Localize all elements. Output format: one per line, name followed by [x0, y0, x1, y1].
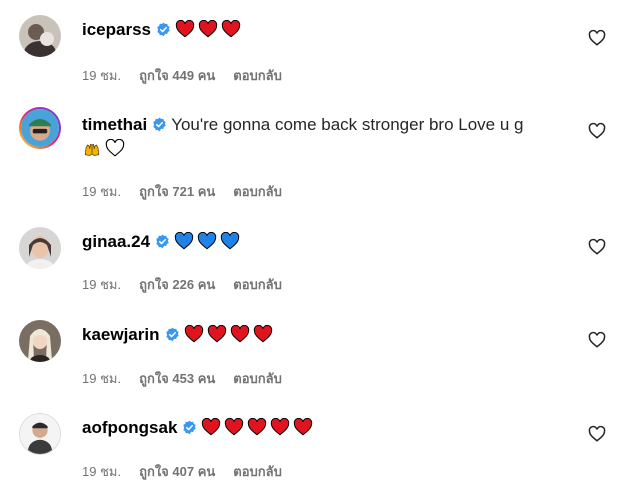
reply-button[interactable]: ตอบกลับ — [233, 464, 282, 479]
comment-line: aofpongsak — [82, 417, 316, 439]
likes-count[interactable]: ถูกใจ 407 คน — [139, 464, 215, 479]
red-heart-emoji — [221, 20, 241, 38]
red-heart-emoji — [253, 325, 273, 343]
likes-count[interactable]: ถูกใจ 721 คน — [139, 184, 215, 199]
avatar[interactable] — [19, 320, 61, 362]
comment-time: 19 ชม. — [82, 68, 122, 83]
comment-meta: 19 ชม. ถูกใจ 453 คน ตอบกลับ — [82, 368, 300, 389]
comment-time: 19 ชม. — [82, 371, 122, 386]
blue-heart-emoji — [220, 232, 240, 250]
red-heart-emoji — [201, 418, 221, 436]
heart-outline-icon[interactable] — [588, 122, 606, 140]
verified-badge-icon — [155, 234, 170, 249]
avatar[interactable] — [19, 15, 61, 57]
avatar[interactable] — [19, 107, 61, 149]
comment-line: ginaa.24 — [82, 231, 243, 253]
blue-heart-emoji — [174, 232, 194, 250]
likes-count[interactable]: ถูกใจ 449 คน — [139, 68, 215, 83]
username[interactable]: timethai — [82, 115, 147, 134]
comment-time: 19 ชม. — [82, 277, 122, 292]
username[interactable]: aofpongsak — [82, 418, 177, 437]
reply-button[interactable]: ตอบกลับ — [233, 184, 282, 199]
comment-line: kaewjarin — [82, 324, 276, 346]
raising-hands-emoji — [82, 139, 102, 157]
red-heart-emoji — [184, 325, 204, 343]
verified-badge-icon — [156, 22, 171, 37]
red-heart-emoji — [207, 325, 227, 343]
avatar[interactable] — [19, 227, 61, 269]
comment-text: You're gonna come back stronger bro Love… — [171, 115, 524, 134]
red-heart-emoji — [293, 418, 313, 436]
comment-meta: 19 ชม. ถูกใจ 407 คน ตอบกลับ — [82, 461, 300, 482]
heart-outline-icon[interactable] — [588, 238, 606, 256]
blue-heart-emoji — [197, 232, 217, 250]
red-heart-emoji — [224, 418, 244, 436]
red-heart-emoji — [230, 325, 250, 343]
comment-time: 19 ชม. — [82, 464, 122, 479]
verified-badge-icon — [152, 117, 167, 132]
verified-badge-icon — [182, 420, 197, 435]
avatar[interactable] — [19, 413, 61, 455]
comment-item: iceparss 19 ชม. ถูกใจ 449 คน ตอบกลับ — [0, 15, 622, 85]
comment-time: 19 ชม. — [82, 184, 122, 199]
red-heart-emoji — [270, 418, 290, 436]
comment-item: ginaa.24 19 ชม. ถูกใจ 226 คน ตอบกลับ — [0, 227, 622, 297]
comment-line: timethai You're gonna come back stronger … — [82, 114, 523, 136]
reply-button[interactable]: ตอบกลับ — [233, 371, 282, 386]
comment-item: aofpongsak 19 ชม. ถูกใจ 407 คน ตอบกลับ — [0, 413, 622, 483]
likes-count[interactable]: ถูกใจ 453 คน — [139, 371, 215, 386]
comment-text-continued: 🙌🤍 — [82, 138, 128, 160]
comment-meta: 19 ชม. ถูกใจ 449 คน ตอบกลับ — [82, 65, 300, 86]
reply-button[interactable]: ตอบกลับ — [233, 68, 282, 83]
heart-outline-icon[interactable] — [588, 425, 606, 443]
red-heart-emoji — [247, 418, 267, 436]
verified-badge-icon — [165, 327, 180, 342]
username[interactable]: kaewjarin — [82, 325, 160, 344]
red-heart-emoji — [198, 20, 218, 38]
comment-meta: 19 ชม. ถูกใจ 721 คน ตอบกลับ — [82, 181, 300, 202]
comment-item: timethai You're gonna come back stronger … — [0, 107, 622, 202]
comment-line: iceparss — [82, 19, 244, 41]
white-heart-emoji — [105, 139, 125, 157]
reply-button[interactable]: ตอบกลับ — [233, 277, 282, 292]
username[interactable]: ginaa.24 — [82, 232, 150, 251]
likes-count[interactable]: ถูกใจ 226 คน — [139, 277, 215, 292]
comment-item: kaewjarin 19 ชม. ถูกใจ 453 คน ตอบกลับ — [0, 320, 622, 390]
heart-outline-icon[interactable] — [588, 29, 606, 47]
heart-outline-icon[interactable] — [588, 331, 606, 349]
red-heart-emoji — [175, 20, 195, 38]
comment-meta: 19 ชม. ถูกใจ 226 คน ตอบกลับ — [82, 274, 300, 295]
username[interactable]: iceparss — [82, 20, 151, 39]
